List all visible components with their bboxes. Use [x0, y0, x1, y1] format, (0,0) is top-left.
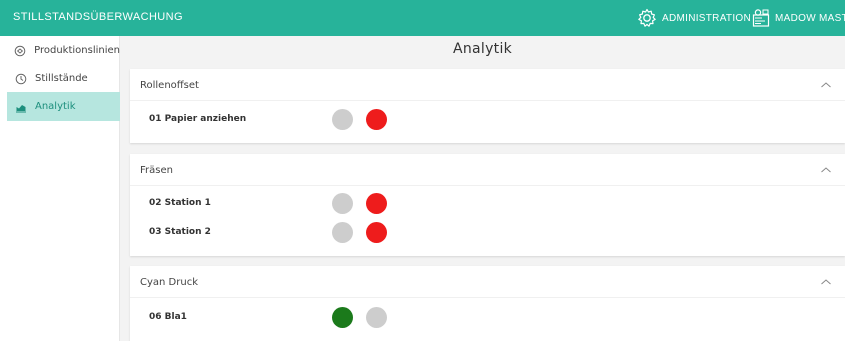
- list-item: 02 Station 1: [130, 190, 845, 218]
- status-indicator-grey: [332, 193, 353, 214]
- station-label: 03 Station 2: [149, 227, 211, 237]
- list-item: 01 Papier anziehen: [130, 106, 845, 134]
- administration-button[interactable]: ADMINISTRATION: [637, 8, 751, 28]
- sidebar-item-analytik[interactable]: Analytik: [7, 92, 120, 121]
- sidebar-item-label: Analytik: [35, 101, 76, 112]
- list-item: 03 Station 2: [130, 219, 845, 247]
- status-indicator-grey: [332, 109, 353, 130]
- section-card-fraesen: Fräsen 02 Station 1 03 Station 2: [130, 154, 845, 256]
- page-title: Analytik: [452, 41, 513, 57]
- app-title: STILLSTANDSÜBERWACHUNG: [13, 11, 183, 23]
- status-indicator-red: [366, 193, 387, 214]
- section-card-rollenoffset: Rollenoffset 01 Papier anziehen: [130, 69, 845, 143]
- divider: [130, 100, 845, 101]
- administration-label: ADMINISTRATION: [662, 12, 752, 24]
- section-title: Cyan Druck: [140, 277, 198, 288]
- status-indicator-grey: [366, 307, 387, 328]
- status-indicator-red: [366, 109, 387, 130]
- divider: [130, 185, 845, 186]
- status-indicator-grey: [332, 222, 353, 243]
- divider: [130, 297, 845, 298]
- status-indicator-green: [332, 307, 353, 328]
- section-card-cyan-druck: Cyan Druck 06 Bla1: [130, 266, 845, 341]
- top-bar: STILLSTANDSÜBERWACHUNG ADMINISTRATION MA…: [0, 0, 845, 36]
- user-badge-icon: [752, 9, 770, 27]
- station-label: 06 Bla1: [149, 312, 187, 322]
- station-label: 01 Papier anziehen: [149, 114, 247, 124]
- gear-icon: [638, 8, 656, 27]
- sidebar-item-label: Stillstände: [35, 73, 88, 84]
- user-label: MADOW MASTE: [775, 12, 845, 24]
- chevron-up-icon[interactable]: [820, 165, 832, 175]
- clock-icon: [14, 72, 27, 85]
- status-indicator-red: [366, 222, 387, 243]
- sidebar: Produktionslinien Stillstände Analytik: [0, 36, 120, 341]
- production-lines-icon: [14, 44, 26, 57]
- chevron-up-icon[interactable]: [820, 277, 832, 287]
- sidebar-item-label: Produktionslinien: [34, 45, 120, 56]
- sidebar-item-produktionslinien[interactable]: Produktionslinien: [7, 36, 120, 65]
- list-item: 06 Bla1: [130, 304, 845, 332]
- section-title: Fräsen: [140, 165, 173, 176]
- sidebar-item-stillstaende[interactable]: Stillstände: [7, 64, 120, 93]
- chart-icon: [14, 100, 27, 113]
- chevron-up-icon[interactable]: [820, 80, 832, 90]
- user-menu[interactable]: MADOW MASTE: [752, 8, 845, 28]
- station-label: 02 Station 1: [149, 198, 211, 208]
- section-title: Rollenoffset: [140, 80, 199, 91]
